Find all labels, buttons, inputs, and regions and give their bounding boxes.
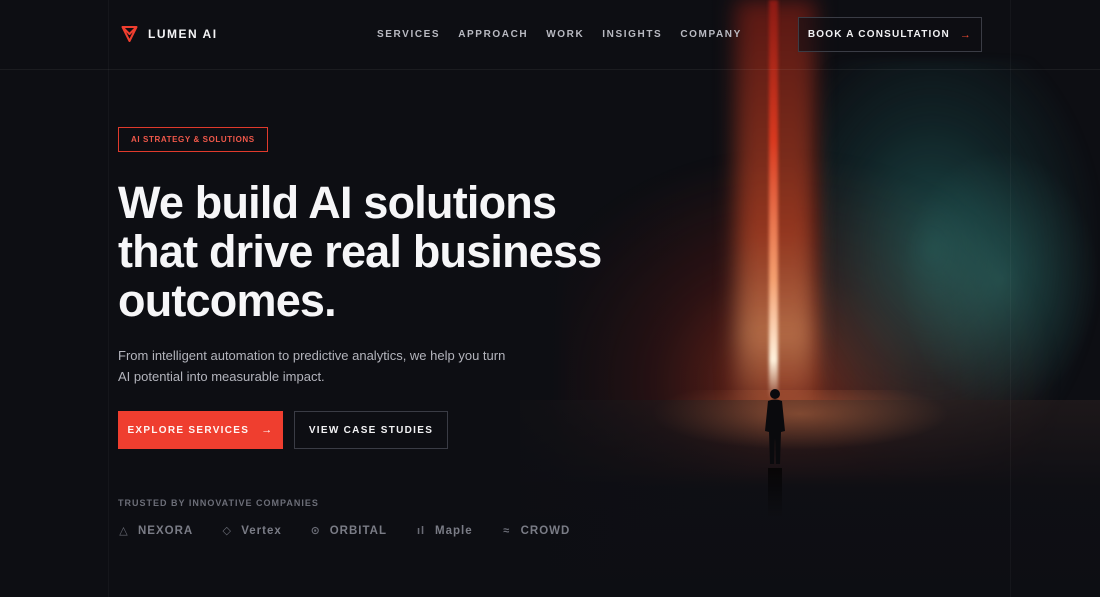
view-case-studies-button[interactable]: VIEW CASE STUDIES — [294, 411, 448, 449]
nav-item-insights[interactable]: INSIGHTS — [602, 29, 662, 40]
client-name: Vertex — [241, 524, 282, 537]
page: LUMEN AI SERVICES APPROACH WORK INSIGHTS… — [0, 0, 1100, 597]
hero-headline: We build AI solutions that drive real bu… — [118, 178, 638, 325]
header-divider — [0, 69, 1100, 70]
book-consultation-label: BOOK A CONSULTATION — [807, 29, 950, 40]
explore-services-label: EXPLORE SERVICES — [127, 424, 250, 436]
grid-line — [1010, 0, 1011, 597]
waves-icon: ≈ — [503, 524, 511, 537]
circle-dot-icon: ⊙ — [310, 525, 321, 537]
client-logos: △ NEXORA ◇ Vertex ⊙ ORBITAL ıl Maple ≈ C… — [118, 524, 571, 538]
site-header: LUMEN AI SERVICES APPROACH WORK INSIGHTS… — [0, 0, 1100, 69]
explore-services-button[interactable]: EXPLORE SERVICES → — [118, 411, 283, 449]
client-logo-orbital: ⊙ ORBITAL — [310, 524, 387, 538]
view-case-studies-label: VIEW CASE STUDIES — [308, 424, 434, 436]
bars-icon: ıl — [416, 524, 426, 537]
hero-subtitle: From intelligent automation to predictiv… — [118, 345, 538, 387]
category-badge: AI STRATEGY & SOLUTIONS — [118, 127, 268, 152]
client-logo-crowd: ≈ CROWD — [501, 525, 571, 537]
client-name: CROWD — [520, 524, 571, 537]
logo[interactable]: LUMEN AI — [121, 25, 218, 43]
triangle-outline-icon: △ — [119, 525, 129, 537]
client-logo-nexora: △ NEXORA — [118, 524, 194, 538]
brand-name: LUMEN AI — [148, 27, 218, 41]
silhouette-reflection — [768, 468, 782, 518]
client-logo-maple: ıl Maple — [415, 525, 473, 537]
nav-item-company[interactable]: COMPANY — [680, 29, 742, 40]
client-name: Maple — [435, 524, 473, 537]
badge-label: AI STRATEGY & SOLUTIONS — [131, 135, 255, 144]
headline-line: that drive real business — [118, 226, 602, 277]
nav-item-work[interactable]: WORK — [546, 29, 584, 40]
teal-haze-secondary — [900, 150, 1100, 410]
client-name: NEXORA — [138, 524, 194, 537]
subtitle-line: AI potential into measurable impact. — [118, 369, 325, 384]
grid-line — [108, 0, 109, 597]
subtitle-line: From intelligent automation to predictiv… — [118, 348, 506, 363]
diamond-outline-icon: ◇ — [222, 525, 232, 537]
person-silhouette — [765, 389, 785, 464]
nav-item-services[interactable]: SERVICES — [377, 29, 440, 40]
book-consultation-button[interactable]: BOOK A CONSULTATION → — [798, 17, 982, 52]
arrow-right-icon: → — [959, 28, 973, 41]
logo-mark-icon — [121, 26, 138, 42]
main-nav: SERVICES APPROACH WORK INSIGHTS COMPANY — [377, 29, 742, 40]
nav-item-approach[interactable]: APPROACH — [458, 29, 528, 40]
headline-line: outcomes. — [118, 275, 337, 326]
headline-line: We build AI solutions — [118, 177, 557, 228]
trusted-label: TRUSTED BY INNOVATIVE COMPANIES — [118, 498, 319, 508]
client-logo-vertex: ◇ Vertex — [221, 524, 282, 538]
client-name: ORBITAL — [329, 524, 387, 537]
arrow-right-icon: → — [261, 424, 274, 436]
